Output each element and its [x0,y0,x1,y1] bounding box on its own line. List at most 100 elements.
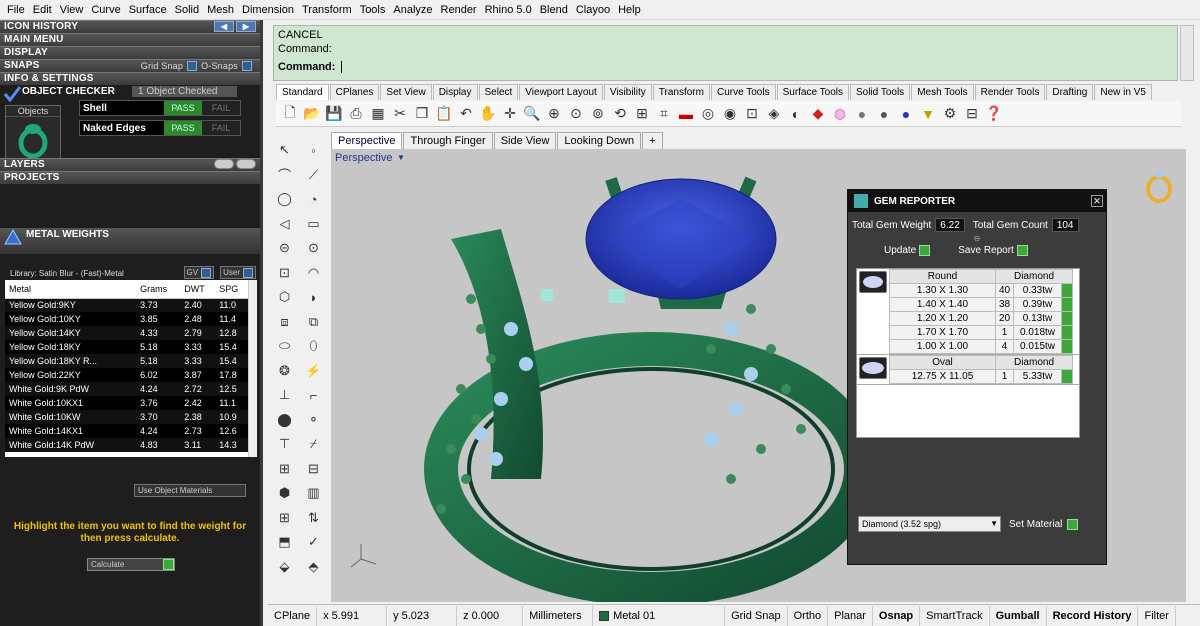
light-icon[interactable]: ▼ [918,104,938,124]
menu-item-clayoo[interactable]: Clayoo [572,0,614,20]
command-scrollbar[interactable] [1180,25,1194,81]
mesh-icon[interactable]: ⚬ [299,408,328,433]
menu-item-view[interactable]: View [56,0,88,20]
table-row[interactable]: White Gold:9K PdW 4.24 2.72 12.5 [5,382,248,396]
curve-icon[interactable]: ⟋ [299,163,328,188]
polyline-icon[interactable]: ⌒ [270,163,299,188]
update-button[interactable]: Update [884,245,931,256]
table-row[interactable]: White Gold:14KX1 4.24 2.73 12.6 [5,424,248,438]
metal-weights-header[interactable]: METAL WEIGHTS [0,228,260,254]
tab-cplanes[interactable]: CPlanes [329,84,380,100]
status-toggle-ortho[interactable]: Ortho [788,605,829,626]
tab-select[interactable]: Select [478,84,519,100]
table-row[interactable]: White Gold:14K PdW 4.83 3.11 14.3 [5,438,248,452]
set-material-button[interactable]: Set Material [1009,518,1079,530]
tab-surface-tools[interactable]: Surface Tools [776,84,849,100]
menu-item-curve[interactable]: Curve [87,0,124,20]
copy-icon[interactable]: ❐ [412,104,432,124]
go-arrow-icon[interactable] [163,559,174,570]
snaps-header[interactable]: SNAPS Grid Snap O-Snaps [0,59,260,72]
grid-icon[interactable]: ⊟ [962,104,982,124]
layer-indicator[interactable]: Metal 01 [593,605,726,626]
cylinder-icon[interactable]: ⬡ [270,285,299,310]
go-arrow-icon[interactable] [1061,369,1073,384]
info-settings-header[interactable]: INFO & SETTINGS [0,72,260,85]
table-row[interactable]: White Gold:10KX1 3.76 2.42 11.1 [5,396,248,410]
main-menu-header[interactable]: MAIN MENU [0,33,260,46]
menu-item-transform[interactable]: Transform [298,0,356,20]
tab-display[interactable]: Display [432,84,478,100]
projects-header[interactable]: PROJECTS [0,171,260,184]
eye-icon[interactable] [214,159,234,169]
go-arrow-icon[interactable] [1061,325,1073,340]
column-header-spg[interactable]: SPG [215,280,248,299]
menu-item-dimension[interactable]: Dimension [238,0,298,20]
zoom-extents-icon[interactable]: ⊙ [566,104,586,124]
go-arrow-icon[interactable] [1061,339,1073,354]
sweep-icon[interactable]: ⬯ [299,334,328,359]
menu-item-file[interactable]: File [3,0,29,20]
command-input[interactable] [340,61,345,73]
calculate-button[interactable]: Calculate [87,558,175,571]
select-arrow-icon[interactable]: ↖ [270,138,299,163]
boolean-icon[interactable]: ❂ [270,359,299,384]
go-arrow-icon[interactable] [1067,518,1079,530]
undo-view-icon[interactable]: ⟲ [610,104,630,124]
cut-icon[interactable]: ✂ [390,104,410,124]
tab-mesh-tools[interactable]: Mesh Tools [911,84,974,100]
gem-row[interactable]: 1.40 X 1.40 38 0.39tw [889,297,1073,312]
menu-item-rhino-5-0[interactable]: Rhino 5.0 [481,0,536,20]
render-sphere-icon[interactable]: ● [874,104,894,124]
table-row[interactable]: White Gold:10KW 3.70 2.38 10.9 [5,410,248,424]
car-icon[interactable]: ▬ [676,104,696,124]
layout-icon[interactable]: ⊞ [632,104,652,124]
save-report-button[interactable]: Save Report [958,245,1028,256]
tab-standard[interactable]: Standard [276,84,329,100]
menu-item-mesh[interactable]: Mesh [203,0,238,20]
gem-row[interactable]: 1.20 X 1.20 20 0.13tw [889,311,1073,326]
sphere-icon[interactable]: ◠ [299,261,328,286]
menu-item-tools[interactable]: Tools [356,0,390,20]
eye-icon[interactable] [236,159,256,169]
point-icon[interactable]: ◦ [299,138,328,163]
layers-header[interactable]: LAYERS [0,158,260,171]
gem-row[interactable]: 1.00 X 1.00 4 0.015tw [889,339,1073,354]
viewport-tab-perspective[interactable]: Perspective [331,132,403,149]
color-wheel-icon[interactable]: ◍ [830,104,850,124]
status-toggle-record-history[interactable]: Record History [1047,605,1139,626]
open-folder-icon[interactable]: 📂 [302,104,322,124]
revolve-icon[interactable]: ⬭ [270,334,299,359]
material-dropdown[interactable]: Diamond (3.52 spg) ▼ [858,516,1001,532]
add-viewport-tab[interactable]: + [642,132,663,149]
rectangle-icon[interactable]: ▭ [299,212,328,237]
viewport-menu-icon[interactable]: ▼ [397,153,405,162]
select-points-icon[interactable]: ⊡ [742,104,762,124]
tab-curve-tools[interactable]: Curve Tools [710,84,776,100]
table-row[interactable]: Yellow Gold:18KY 5.18 3.33 15.4 [5,340,248,354]
table-row[interactable]: Yellow Gold:18KY R... 5.18 3.33 15.4 [5,354,248,368]
forward-arrow-icon[interactable]: ▶ [236,21,256,32]
command-prompt[interactable]: Command: [278,60,1173,74]
render-icon[interactable]: ◐ [786,104,806,124]
use-object-materials-select[interactable]: Use Object Materials [134,484,246,497]
table-scrollbar[interactable] [248,280,257,457]
array-icon[interactable]: ⊞ [270,457,299,482]
four-views-icon[interactable]: ⌗ [654,104,674,124]
analyze-icon[interactable]: ◈ [764,104,784,124]
go-arrow-icon[interactable] [1061,283,1073,298]
user-checkbox[interactable] [243,267,253,278]
eye-icon[interactable]: ◉ [720,104,740,124]
tab-new-in-v5[interactable]: New in V5 [1094,84,1152,100]
layout-icon[interactable]: ▥ [299,481,328,506]
osnaps-toggle[interactable]: O-Snaps [201,60,238,72]
options-gear-icon[interactable]: ⚙ [940,104,960,124]
split-icon[interactable]: ⌐ [299,383,328,408]
status-toggle-osnap[interactable]: Osnap [873,605,921,626]
render-icon[interactable]: ⬙ [270,555,299,580]
table-row[interactable]: Yellow Gold:10KY 3.85 2.48 11.4 [5,312,248,326]
cplane-indicator[interactable]: CPlane [268,605,318,626]
extrude-icon[interactable]: ◗ [299,285,328,310]
import-icon[interactable]: ▦ [368,104,388,124]
viewport-tab-side-view[interactable]: Side View [493,132,557,149]
table-row[interactable]: Yellow Gold:22KY 6.02 3.87 17.8 [5,368,248,382]
